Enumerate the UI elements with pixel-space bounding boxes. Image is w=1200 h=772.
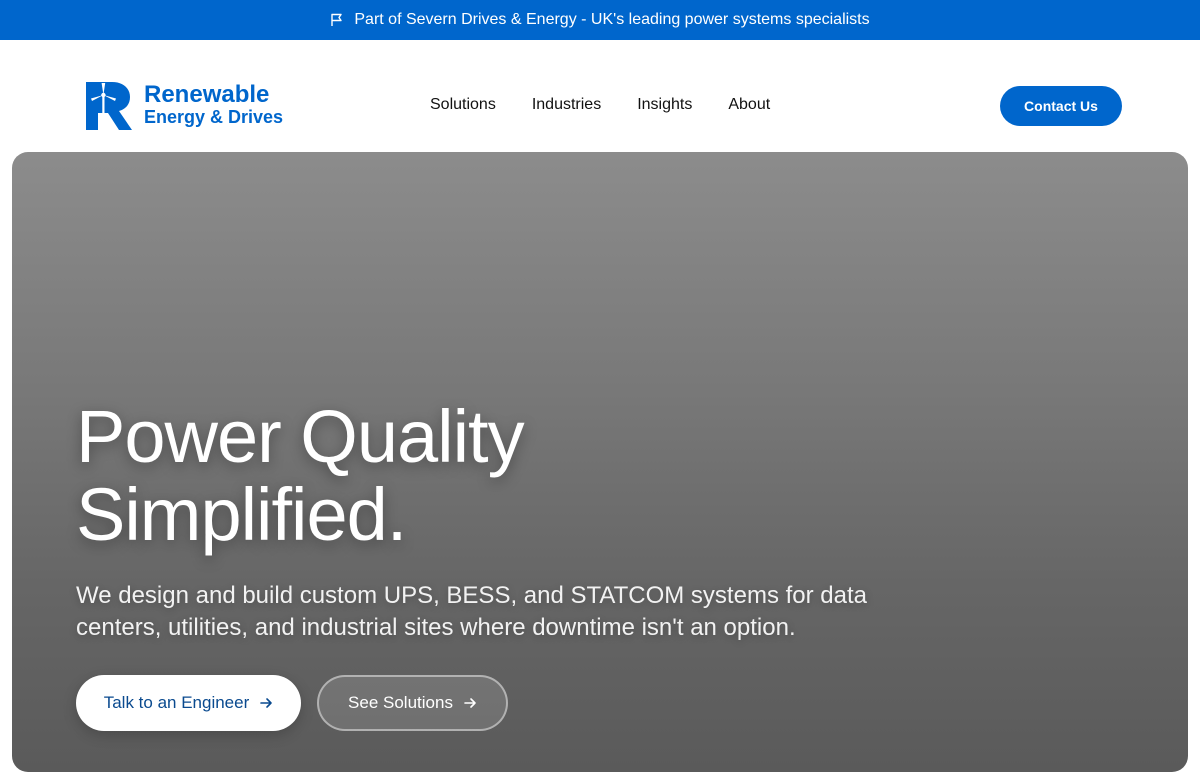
site-header: Renewable Energy & Drives Solutions Indu… — [0, 40, 1200, 152]
logo-line-1: Renewable — [144, 81, 270, 108]
arrow-right-icon — [259, 696, 273, 710]
hero-subtitle: We design and build custom UPS, BESS, an… — [76, 580, 876, 644]
logo-link[interactable]: Renewable Energy & Drives — [86, 82, 283, 130]
hero-title: Power Quality Simplified. — [76, 398, 776, 554]
nav-item-insights[interactable]: Insights — [637, 96, 692, 114]
nav-item-solutions[interactable]: Solutions — [430, 96, 496, 114]
announcement-bar: Part of Severn Drives & Energy - UK's le… — [0, 0, 1200, 40]
hero-title-line-2: Simplified. — [76, 473, 407, 556]
see-solutions-button[interactable]: See Solutions — [317, 675, 508, 731]
hero-subtitle-line-2: centers, utilities, and industrial sites… — [76, 614, 796, 641]
logo-text: Renewable Energy & Drives — [144, 81, 284, 127]
hero-subtitle-line-1: We design and build custom UPS, BESS, an… — [76, 582, 867, 609]
logo-line-2: Energy & Drives — [144, 107, 284, 127]
contact-us-button[interactable]: Contact Us — [1000, 86, 1122, 126]
flag-icon — [330, 13, 344, 27]
hero-section: Power Quality Simplified. We design and … — [12, 152, 1188, 772]
see-solutions-label: See Solutions — [348, 693, 453, 712]
nav-item-about[interactable]: About — [728, 96, 770, 114]
arrow-right-icon — [463, 696, 477, 710]
turbine-logo-icon — [86, 82, 132, 130]
announcement-text: Part of Severn Drives & Energy - UK's le… — [354, 11, 870, 28]
talk-to-engineer-label: Talk to an Engineer — [103, 693, 250, 712]
hero-title-line-1: Power Quality — [76, 395, 525, 478]
main-nav: Solutions Industries Insights About — [430, 96, 770, 114]
nav-item-industries[interactable]: Industries — [532, 96, 601, 114]
talk-to-engineer-button[interactable]: Talk to an Engineer — [76, 675, 301, 731]
